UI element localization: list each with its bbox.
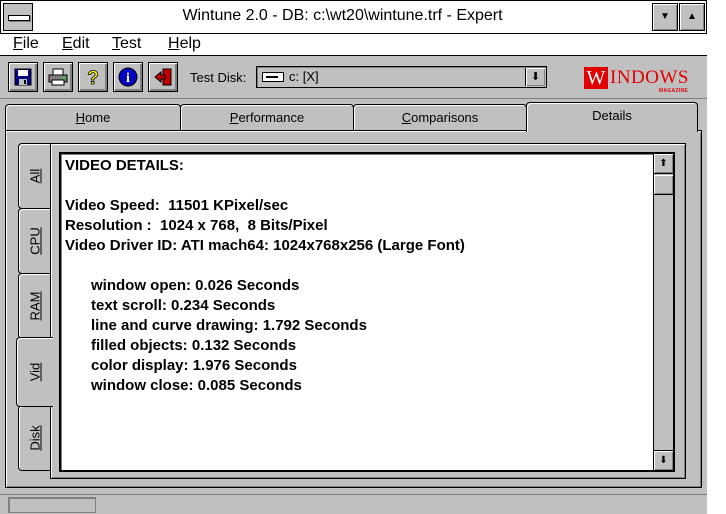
menu-test-mnemonic: T <box>112 35 120 52</box>
maximize-button[interactable]: ▲ <box>679 3 705 31</box>
menu-file-mnemonic: F <box>13 35 23 52</box>
tab-comparisons[interactable]: Comparisons <box>353 104 527 131</box>
exit-button[interactable] <box>148 62 178 92</box>
minimize-button[interactable]: ▼ <box>652 3 678 31</box>
side-tab-disk-label: Disk <box>27 425 43 451</box>
scroll-down-button[interactable]: ⬇ <box>654 450 673 470</box>
scroll-up-button[interactable]: ⬆ <box>654 154 673 174</box>
details-textbox[interactable]: VIDEO DETAILS: Video Speed: 11501 KPixel… <box>59 152 675 472</box>
menu-help-label: elp <box>179 35 201 52</box>
tab-home[interactable]: Home <box>5 104 181 131</box>
side-tab-ram[interactable]: RAM <box>18 273 51 339</box>
save-button[interactable] <box>8 62 38 92</box>
menu-file-label: ile <box>22 35 39 52</box>
app-window: Wintune 2.0 - DB: c:\wt20\wintune.trf - … <box>0 0 707 514</box>
windows-magazine-logo: W INDOWS MAGAZINE <box>584 67 692 94</box>
tab-comparisons-mnemonic: C <box>401 110 412 125</box>
logo-wordmark: INDOWS <box>610 67 689 88</box>
menu-test-label: est <box>120 35 142 52</box>
floppy-disk-icon <box>14 68 32 86</box>
tab-performance[interactable]: Performance <box>180 104 354 131</box>
tab-comparisons-label: omparisons <box>411 110 479 125</box>
video-driver-id: Video Driver ID: ATI mach64: 1024x768x25… <box>65 237 465 254</box>
svg-text:i: i <box>126 71 130 86</box>
timing-line-curve: line and curve drawing: 1.792 Seconds <box>91 317 367 334</box>
details-text: VIDEO DETAILS: Video Speed: 11501 KPixel… <box>65 156 655 396</box>
system-menu-button[interactable] <box>3 3 33 31</box>
side-tab-cpu-label: CPU <box>27 227 43 255</box>
menu-edit-mnemonic: E <box>62 35 73 52</box>
logo-letter-w: W <box>584 67 608 89</box>
vertical-scrollbar[interactable]: ⬆ ⬇ <box>653 154 673 470</box>
printer-icon <box>48 68 68 86</box>
menu-help[interactable]: Help <box>168 35 201 53</box>
side-tab-all-label: All <box>27 168 43 184</box>
side-tab-disk[interactable]: Disk <box>18 405 51 471</box>
timing-filled-objects: filled objects: 0.132 Seconds <box>91 337 297 354</box>
status-pane <box>8 497 96 513</box>
test-disk-label: Test Disk: <box>190 70 247 85</box>
side-tab-all[interactable]: All <box>18 143 51 209</box>
status-bar <box>0 494 707 514</box>
help-button[interactable]: ? <box>78 62 108 92</box>
tab-details-label: Details <box>592 108 632 123</box>
tab-performance-label: erformance <box>238 110 305 125</box>
test-disk-value: c: [X] <box>289 69 319 84</box>
dropdown-arrow-button[interactable]: ⬇ <box>525 68 545 86</box>
tab-home-label: ome <box>85 110 111 125</box>
details-tab-panel: All CPU RAM Vid Disk VIDEO DETAILS: Vide… <box>5 130 702 488</box>
toolbar: ? i Test Disk: c: [X] ⬇ W INDOWS MAGAZIN… <box>0 57 707 99</box>
menu-bar: File Edit Test Help <box>0 34 707 56</box>
exit-door-icon <box>154 68 172 86</box>
side-tab-vid[interactable]: Vid <box>16 337 53 407</box>
side-tab-vid-label: Vid <box>27 362 43 382</box>
video-details-panel: VIDEO DETAILS: Video Speed: 11501 KPixel… <box>50 143 686 479</box>
menu-test[interactable]: Test <box>112 35 141 53</box>
resolution: Resolution : 1024 x 768, 8 Bits/Pixel <box>65 217 328 234</box>
side-tab-ram-label: RAM <box>27 291 43 321</box>
svg-text:?: ? <box>87 68 99 87</box>
test-disk-select[interactable]: c: [X] ⬇ <box>256 66 547 88</box>
tab-details[interactable]: Details <box>526 102 698 132</box>
logo-subtitle: MAGAZINE <box>658 88 688 94</box>
tab-control: Home Performance Comparisons Details All… <box>5 102 702 488</box>
menu-file[interactable]: File <box>13 35 39 53</box>
scroll-thumb[interactable] <box>654 175 673 195</box>
window-title: Wintune 2.0 - DB: c:\wt20\wintune.trf - … <box>182 7 503 24</box>
help-question-icon: ? <box>87 68 99 87</box>
print-button[interactable] <box>43 62 73 92</box>
info-icon: i <box>118 67 138 87</box>
tab-home-mnemonic: H <box>75 110 86 125</box>
timing-text-scroll: text scroll: 0.234 Seconds <box>91 297 276 314</box>
video-speed: Video Speed: 11501 KPixel/sec <box>65 197 289 214</box>
menu-edit[interactable]: Edit <box>62 35 90 53</box>
menu-edit-label: dit <box>72 35 90 52</box>
title-bar[interactable]: Wintune 2.0 - DB: c:\wt20\wintune.trf - … <box>0 0 707 34</box>
timing-window-open: window open: 0.026 Seconds <box>91 277 300 294</box>
details-heading: VIDEO DETAILS: <box>65 157 184 174</box>
side-tab-cpu[interactable]: CPU <box>18 208 51 274</box>
timing-window-close: window close: 0.085 Seconds <box>91 377 302 394</box>
menu-help-mnemonic: H <box>168 35 180 52</box>
timing-color-display: color display: 1.976 Seconds <box>91 357 297 374</box>
drive-icon <box>262 72 284 82</box>
info-button[interactable]: i <box>113 62 143 92</box>
